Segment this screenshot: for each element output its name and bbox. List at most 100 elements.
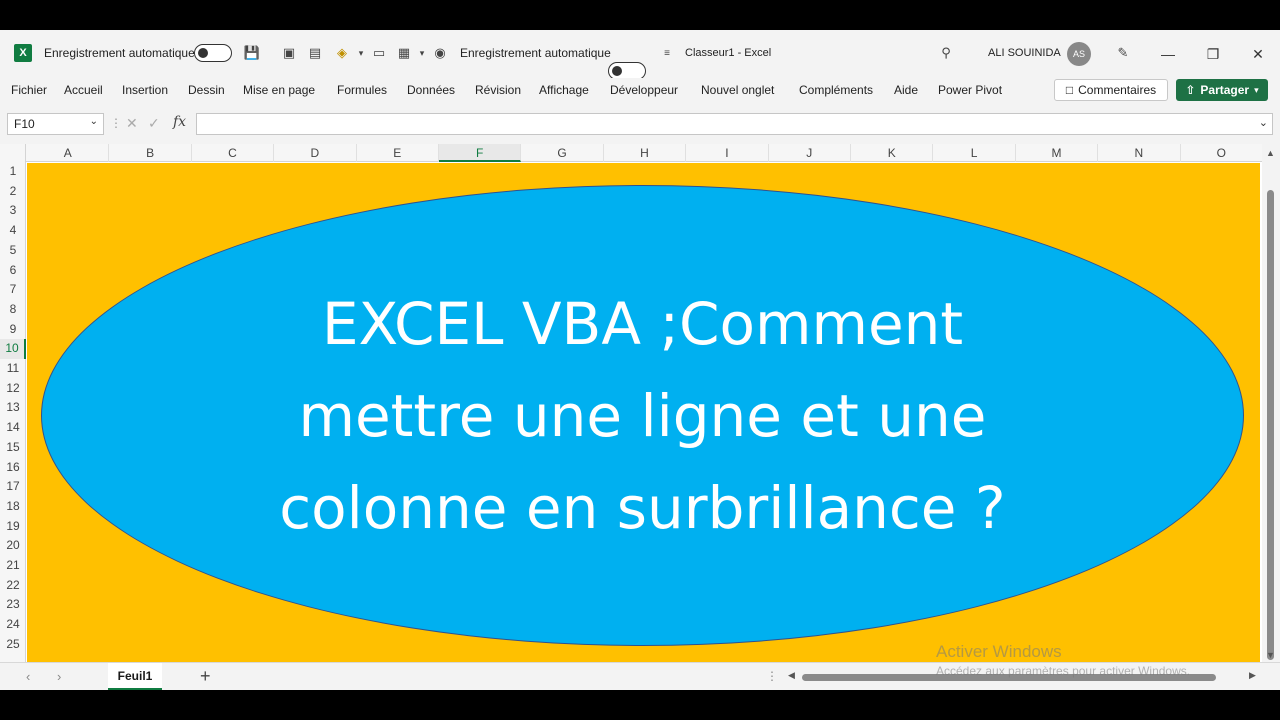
row-header-21[interactable]: 21 — [0, 556, 26, 576]
enter-icon[interactable]: ✓ — [148, 115, 160, 132]
row-header-12[interactable]: 12 — [0, 379, 26, 399]
fill-color-dropdown-icon[interactable]: ▾ — [352, 44, 370, 62]
cancel-icon[interactable]: ✕ — [126, 115, 138, 132]
column-header-m[interactable]: M — [1016, 144, 1099, 162]
formula-bar: F10 ⌄ ⋮ ✕ ✓ fx ⌄ — [0, 104, 1280, 144]
share-label: Partager — [1200, 83, 1250, 97]
minimize-icon[interactable]: — — [1158, 44, 1178, 64]
name-box-chevron-icon[interactable]: ⌄ — [90, 116, 98, 127]
touch-mode-icon[interactable]: ▣ — [280, 44, 298, 62]
autosave-label: Enregistrement automatique — [44, 46, 195, 60]
menu-power-pivot[interactable]: Power Pivot — [938, 83, 1002, 97]
insert-function-icon[interactable]: fx — [173, 114, 186, 130]
column-header-d[interactable]: D — [274, 144, 357, 162]
row-header-14[interactable]: 14 — [0, 418, 26, 438]
column-header-o[interactable]: O — [1181, 144, 1262, 162]
row-header-10[interactable]: 10 — [0, 339, 26, 359]
sheet-tab-feuil1[interactable]: Feuil1 — [108, 663, 162, 690]
title-bar: X Enregistrement automatique 💾 ▣ ▤ ◈ ▾ ▭… — [0, 30, 1280, 80]
vertical-scroll-thumb[interactable] — [1267, 190, 1274, 660]
form-icon[interactable]: ▤ — [306, 44, 324, 62]
row-header-15[interactable]: 15 — [0, 438, 26, 458]
search-icon[interactable]: ⚲ — [937, 44, 955, 62]
row-header-19[interactable]: 19 — [0, 517, 26, 537]
row-header-22[interactable]: 22 — [0, 576, 26, 596]
add-sheet-icon[interactable]: + — [200, 666, 211, 687]
row-header-3[interactable]: 3 — [0, 201, 26, 221]
expand-formula-icon[interactable]: ⌄ — [1259, 116, 1268, 129]
scroll-down-icon[interactable]: ▼ — [1266, 650, 1275, 660]
menu-developpeur[interactable]: Développeur — [610, 83, 678, 97]
camera-icon[interactable]: ◉ — [431, 44, 449, 62]
row-header-2[interactable]: 2 — [0, 182, 26, 202]
restore-icon[interactable]: ❐ — [1203, 44, 1223, 64]
row-header-20[interactable]: 20 — [0, 536, 26, 556]
menu-complements[interactable]: Compléments — [799, 83, 873, 97]
menu-aide[interactable]: Aide — [894, 83, 918, 97]
save-icon[interactable]: 💾 — [243, 44, 261, 62]
row-header-13[interactable]: 13 — [0, 398, 26, 418]
row-header-24[interactable]: 24 — [0, 615, 26, 635]
column-header-h[interactable]: H — [604, 144, 687, 162]
row-header-11[interactable]: 11 — [0, 359, 26, 379]
row-header-16[interactable]: 16 — [0, 458, 26, 478]
fill-color-icon[interactable]: ◈ — [333, 44, 351, 62]
menu-nouvel-onglet[interactable]: Nouvel onglet — [701, 83, 774, 97]
pen-icon[interactable]: ✎ — [1114, 44, 1132, 62]
column-header-c[interactable]: C — [192, 144, 275, 162]
scroll-right-icon[interactable]: ▶ — [1249, 670, 1256, 681]
row-header-6[interactable]: 6 — [0, 261, 26, 281]
prev-sheet-icon[interactable]: ‹ — [26, 669, 30, 684]
row-header-23[interactable]: 23 — [0, 595, 26, 615]
share-button[interactable]: ⇧ Partager ▾ — [1176, 79, 1268, 101]
row-header-7[interactable]: 7 — [0, 280, 26, 300]
row-header-9[interactable]: 9 — [0, 320, 26, 340]
menu-affichage[interactable]: Affichage — [539, 83, 589, 97]
column-header-l[interactable]: L — [933, 144, 1016, 162]
more-options-icon[interactable]: ⋮ — [766, 669, 778, 683]
menu-formules[interactable]: Formules — [337, 83, 387, 97]
row-header-1[interactable]: 1 — [0, 162, 26, 182]
column-header-b[interactable]: B — [109, 144, 192, 162]
column-header-n[interactable]: N — [1098, 144, 1181, 162]
row-header-17[interactable]: 17 — [0, 477, 26, 497]
column-header-g[interactable]: G — [521, 144, 604, 162]
scroll-up-icon[interactable]: ▲ — [1266, 148, 1275, 158]
title-ellipse-shape[interactable]: EXCEL VBA ;Comment mettre une ligne et u… — [41, 185, 1244, 646]
select-all-corner[interactable] — [0, 144, 26, 162]
scroll-left-icon[interactable]: ◀ — [788, 670, 795, 681]
avatar[interactable]: AS — [1067, 42, 1091, 66]
vertical-scrollbar[interactable]: ▲ ▼ — [1262, 144, 1280, 662]
menu-insertion[interactable]: Insertion — [122, 83, 168, 97]
row-header-5[interactable]: 5 — [0, 241, 26, 261]
excel-window: X Enregistrement automatique 💾 ▣ ▤ ◈ ▾ ▭… — [0, 30, 1280, 690]
name-box[interactable]: F10 ⌄ — [7, 113, 104, 135]
table-dropdown-icon[interactable]: ▾ — [413, 44, 431, 62]
column-header-e[interactable]: E — [357, 144, 439, 162]
comments-button[interactable]: □ Commentaires — [1054, 79, 1168, 101]
customize-qat-icon[interactable]: ≡ — [658, 44, 676, 62]
menu-fichier[interactable]: Fichier — [11, 83, 47, 97]
menu-mise-en-page[interactable]: Mise en page — [243, 83, 315, 97]
column-header-k[interactable]: K — [851, 144, 934, 162]
table-icon[interactable]: ▦ — [395, 44, 413, 62]
menu-donnees[interactable]: Données — [407, 83, 455, 97]
close-icon[interactable]: ✕ — [1248, 44, 1268, 64]
column-header-f[interactable]: F — [439, 144, 522, 162]
column-header-j[interactable]: J — [769, 144, 851, 162]
autosave-label-2: Enregistrement automatique — [460, 46, 611, 60]
row-header-18[interactable]: 18 — [0, 497, 26, 517]
next-sheet-icon[interactable]: › — [57, 669, 61, 684]
send-icon[interactable]: ▭ — [370, 44, 388, 62]
row-header-25[interactable]: 25 — [0, 635, 26, 655]
row-header-4[interactable]: 4 — [0, 221, 26, 241]
menu-revision[interactable]: Révision — [475, 83, 521, 97]
menu-dessin[interactable]: Dessin — [188, 83, 225, 97]
worksheet-grid[interactable]: ABCDEFGHIJKLMNO 1 2 3 4 5 6 7 8 9 10 11 12 13 14 15 16 1… — [0, 144, 1262, 662]
autosave-toggle[interactable] — [194, 44, 232, 62]
formula-input[interactable]: ⌄ — [196, 113, 1273, 135]
column-header-i[interactable]: I — [686, 144, 769, 162]
row-header-8[interactable]: 8 — [0, 300, 26, 320]
column-header-a[interactable]: A — [27, 144, 110, 162]
menu-accueil[interactable]: Accueil — [64, 83, 103, 97]
